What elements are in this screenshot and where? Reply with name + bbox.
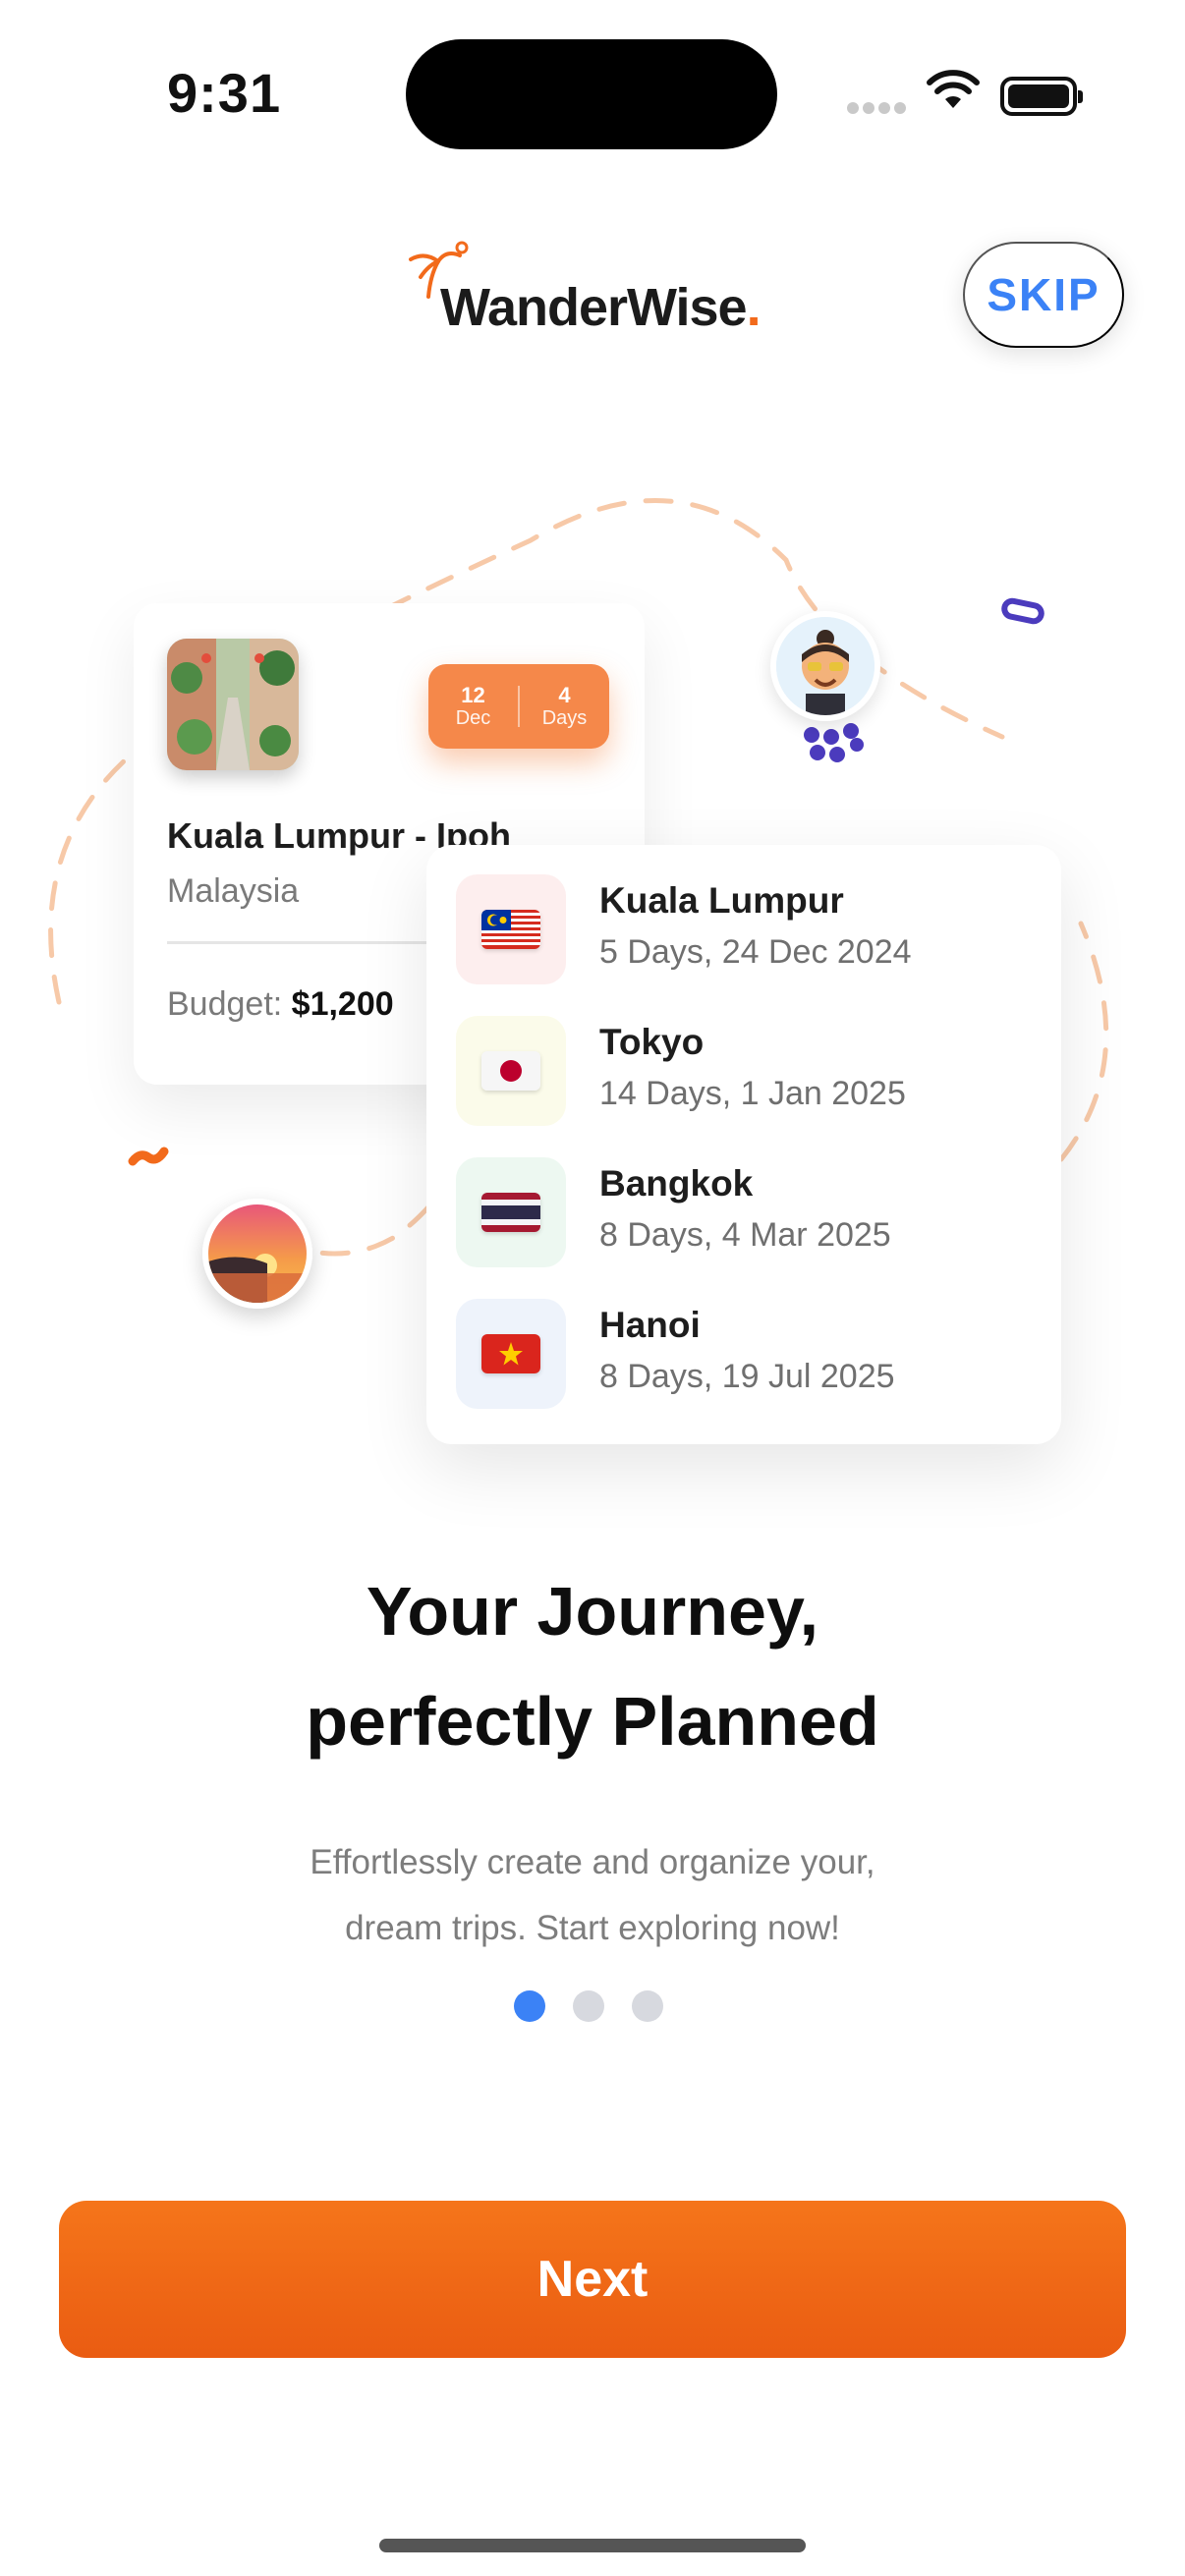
destination-item-kuala-lumpur[interactable]: Kuala Lumpur 5 Days, 24 Dec 2024: [456, 874, 1045, 984]
page-dot-3[interactable]: [632, 1990, 663, 2022]
destination-item-bangkok[interactable]: Bangkok 8 Days, 4 Mar 2025: [456, 1157, 1045, 1267]
destination-name: Kuala Lumpur: [599, 880, 844, 921]
next-button[interactable]: Next: [59, 2201, 1126, 2358]
page-indicator: [514, 1990, 663, 2022]
onboarding-description: Effortlessly create and organize your, d…: [310, 1843, 875, 1947]
dynamic-island: [406, 39, 777, 149]
destination-name: Tokyo: [599, 1022, 705, 1062]
trip-budget: Budget: $1,200: [167, 985, 394, 1023]
divider: [167, 941, 442, 944]
destination-detail: 14 Days, 1 Jan 2025: [599, 1075, 906, 1112]
onboarding-headline: Your Journey, perfectly Planned: [306, 1573, 879, 1760]
city-street-photo: [167, 639, 299, 770]
destination-detail: 5 Days, 24 Dec 2024: [599, 933, 912, 971]
destination-item-tokyo[interactable]: Tokyo 14 Days, 1 Jan 2025: [456, 1016, 1045, 1126]
destination-name: Bangkok: [599, 1163, 754, 1204]
vietnam-flag-icon: [456, 1299, 566, 1409]
sunset-photo: [202, 1199, 312, 1309]
thailand-flag-icon: [456, 1157, 566, 1267]
japan-flag-icon: [456, 1016, 566, 1126]
page-dot-2[interactable]: [573, 1990, 604, 2022]
destination-name: Hanoi: [599, 1305, 701, 1345]
status-time: 9:31: [167, 62, 282, 124]
cellular-signal-icon: [847, 102, 906, 116]
malaysia-flag-icon: [456, 874, 566, 984]
battery-icon: [1000, 77, 1083, 116]
brand-logo: WanderWise.: [440, 278, 762, 337]
trip-date-badge: 12 Dec 4 Days: [428, 664, 609, 749]
destination-item-hanoi[interactable]: Hanoi 8 Days, 19 Jul 2025: [456, 1299, 1045, 1409]
wifi-icon: [927, 70, 980, 108]
destinations-list-card: Kuala Lumpur 5 Days, 24 Dec 2024 Tokyo 1…: [426, 845, 1061, 1444]
traveler-avatar: [770, 611, 880, 721]
destination-detail: 8 Days, 19 Jul 2025: [599, 1358, 895, 1395]
home-indicator[interactable]: [379, 2539, 806, 2552]
destination-detail: 8 Days, 4 Mar 2025: [599, 1216, 891, 1254]
trip-country: Malaysia: [167, 872, 300, 910]
skip-button[interactable]: SKIP: [963, 242, 1124, 348]
page-dot-1[interactable]: [514, 1990, 545, 2022]
